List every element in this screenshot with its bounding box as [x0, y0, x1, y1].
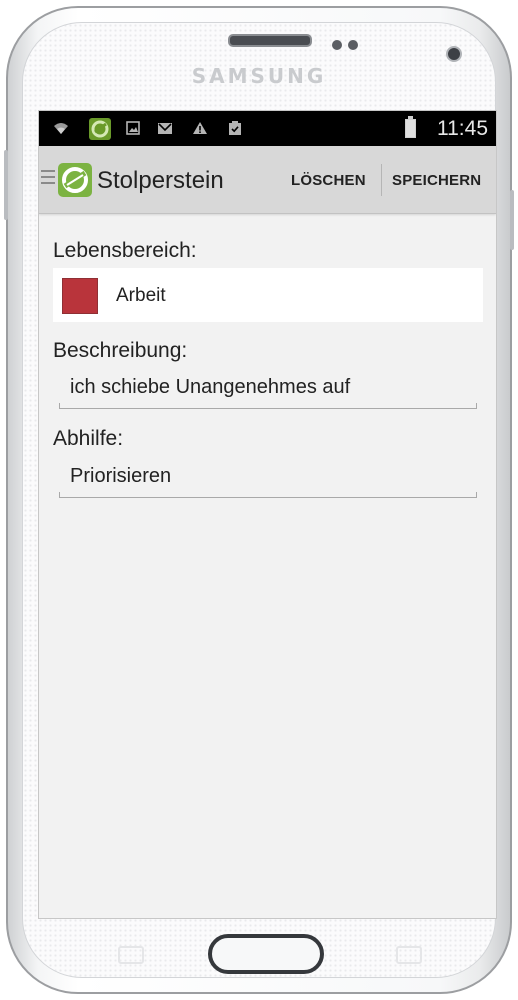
power-key [510, 190, 514, 250]
description-field[interactable]: ich schiebe Unangenehmes auf [59, 370, 477, 409]
clipboard-check-icon [227, 120, 243, 136]
wifi-icon [53, 120, 69, 136]
app-logo-icon[interactable] [58, 163, 92, 197]
home-button[interactable] [208, 934, 324, 974]
remedy-field[interactable]: Priorisieren [59, 459, 477, 498]
status-bar: 11:45 [39, 111, 496, 146]
area-value: Arbeit [116, 285, 166, 306]
light-sensor [348, 40, 358, 50]
earpiece-speaker [228, 34, 312, 47]
warning-icon [192, 120, 208, 136]
remedy-label: Abhilfe: [53, 427, 124, 450]
area-color-swatch [62, 278, 98, 314]
action-divider [381, 164, 382, 196]
brand-logo: SAMSUNG [191, 64, 327, 88]
area-selector[interactable]: Arbeit [53, 268, 483, 322]
recent-apps-key[interactable] [118, 946, 144, 964]
remedy-value: Priorisieren [70, 465, 172, 487]
mail-icon [157, 120, 173, 136]
action-bar: Stolperstein LÖSCHEN SPEICHERN [39, 146, 496, 214]
description-value: ich schiebe Unangenehmes auf [70, 376, 351, 398]
battery-icon [405, 116, 416, 138]
volume-key [4, 150, 8, 220]
area-label: Lebensbereich: [53, 239, 197, 262]
save-button[interactable]: SPEICHERN [392, 172, 481, 189]
drawer-menu-icon[interactable] [41, 170, 55, 188]
app-title: Stolperstein [97, 167, 224, 194]
status-time: 11:45 [437, 117, 488, 140]
description-label: Beschreibung: [53, 339, 188, 362]
app-notification-icon [89, 118, 111, 140]
front-camera [446, 46, 462, 62]
delete-button[interactable]: LÖSCHEN [291, 172, 366, 189]
app-screen: 11:45 Stolperstein LÖSCHEN SPEICHERN Leb… [38, 110, 497, 919]
back-key[interactable] [396, 946, 422, 964]
image-icon [125, 120, 141, 136]
proximity-sensor [332, 40, 342, 50]
